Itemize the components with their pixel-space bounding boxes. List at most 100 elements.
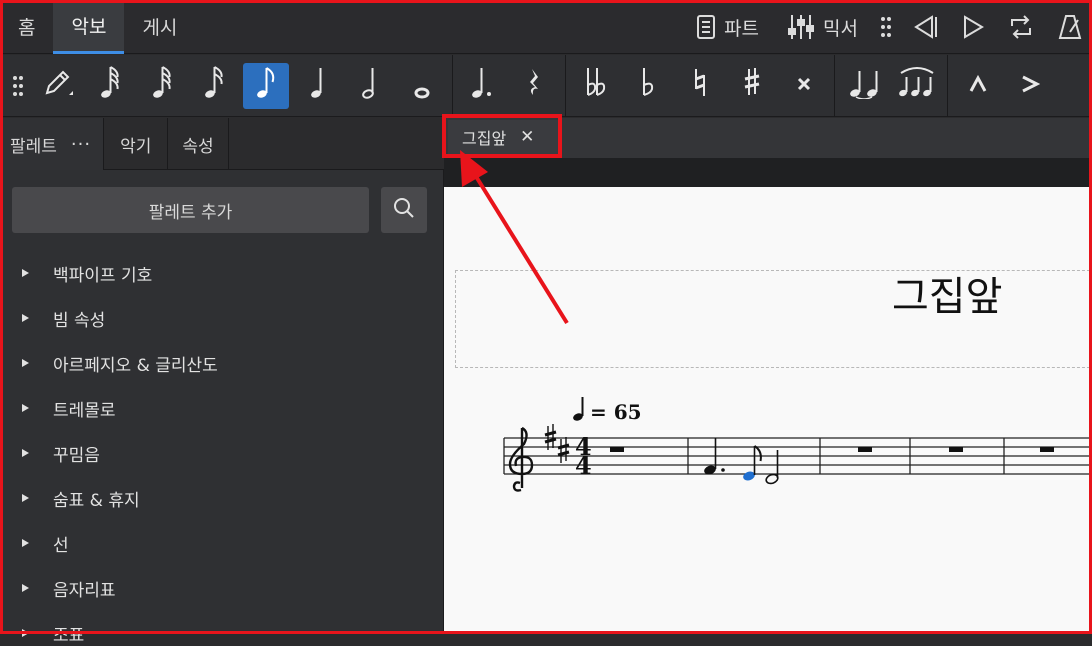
rewind-icon: [912, 15, 938, 39]
64th-note-button[interactable]: [87, 63, 133, 109]
augmentation-dot-button[interactable]: [460, 63, 506, 109]
natural-icon: [692, 65, 708, 106]
double-flat-button[interactable]: [573, 63, 619, 109]
toolbar-drag-handle[interactable]: [6, 63, 30, 109]
mixer-label: 믹서: [823, 17, 858, 40]
expand-arrow-icon: [22, 359, 29, 367]
search-palettes-button[interactable]: [381, 187, 427, 233]
expand-arrow-icon: [22, 494, 29, 502]
palette-item-arpeggio-glissando[interactable]: 아르페지오 & 글리산도: [22, 351, 218, 376]
play-button[interactable]: [950, 0, 996, 54]
time-signature[interactable]: 4 4: [575, 432, 592, 480]
marcato-icon: [968, 71, 988, 101]
measure-rests[interactable]: [610, 447, 1054, 452]
palettes-tab-label: 팔레트: [10, 136, 57, 157]
whole-note-button[interactable]: [399, 63, 445, 109]
mixer-icon: [787, 14, 815, 40]
half-note-icon: [361, 65, 379, 106]
note-input-pencil-button[interactable]: [35, 63, 81, 109]
accent-button[interactable]: [1007, 63, 1053, 109]
accent-icon: [1020, 71, 1041, 101]
score-top-strip: [444, 158, 1092, 187]
expand-arrow-icon: [22, 404, 29, 412]
double-flat-icon: [584, 65, 608, 106]
parts-icon: [696, 15, 716, 39]
quarter-note-button[interactable]: [295, 63, 341, 109]
palette-item-tremolo[interactable]: 트레몰로: [22, 396, 116, 421]
palette-item-label: 꾸밈음: [53, 445, 100, 466]
metronome-button[interactable]: [1046, 0, 1092, 54]
palette-item-label: 음자리표: [53, 580, 116, 601]
tab-instruments[interactable]: 악기: [104, 118, 169, 170]
palette-item-lines[interactable]: 선: [22, 531, 69, 556]
drag-handle-icon: [880, 16, 892, 38]
loop-icon: [1008, 14, 1034, 40]
mixer-button[interactable]: 믹서: [773, 0, 872, 54]
expand-arrow-icon: [22, 584, 29, 592]
palette-item-label: 선: [53, 535, 69, 556]
note-eighth-selected[interactable]: [742, 445, 762, 482]
tab-score[interactable]: 악보: [53, 0, 125, 54]
pencil-icon: [43, 67, 73, 104]
marcato-button[interactable]: [955, 63, 1001, 109]
tab-properties[interactable]: 속성: [168, 118, 229, 170]
palette-item-clefs[interactable]: 음자리표: [22, 576, 116, 601]
quarter-note-icon: [309, 65, 327, 106]
double-sharp-button[interactable]: [781, 63, 827, 109]
palette-item-label: 아르페지오 & 글리산도: [53, 355, 218, 376]
tab-home[interactable]: 홈: [0, 0, 53, 54]
palette-item-label: 조표: [53, 625, 85, 646]
slur-icon: [897, 65, 937, 106]
note-half[interactable]: [765, 450, 779, 485]
palette-item-breaths-pauses[interactable]: 숨표 & 휴지: [22, 486, 140, 511]
expand-arrow-icon: [22, 269, 29, 277]
score-title[interactable]: 그집앞: [892, 264, 1002, 322]
time-signature-denominator: 4: [575, 451, 592, 480]
expand-arrow-icon: [22, 629, 29, 637]
rest-button[interactable]: [512, 63, 558, 109]
16th-note-icon: [203, 65, 225, 106]
rewind-button[interactable]: [900, 0, 950, 54]
slur-button[interactable]: [894, 63, 940, 109]
play-icon: [962, 15, 984, 39]
16th-note-button[interactable]: [191, 63, 237, 109]
palette-item-label: 숨표 & 휴지: [53, 490, 140, 511]
palette-item-grace-notes[interactable]: 꾸밈음: [22, 441, 100, 466]
palette-item-key-signatures[interactable]: 조표: [22, 621, 85, 646]
parts-button[interactable]: 파트: [682, 0, 773, 54]
drag-handle[interactable]: [872, 0, 900, 54]
32nd-note-icon: [151, 65, 173, 106]
palette-item-beam-properties[interactable]: 빔 속성: [22, 306, 106, 331]
32nd-note-button[interactable]: [139, 63, 185, 109]
eighth-note-button[interactable]: [243, 62, 289, 109]
expand-arrow-icon: [22, 539, 29, 547]
metronome-icon: [1058, 14, 1082, 40]
palette-item-label: 빔 속성: [53, 310, 106, 331]
tab-palettes[interactable]: 팔레트 ···: [0, 118, 105, 170]
note-input-toolbar: [0, 54, 1092, 117]
whole-note-icon: [412, 65, 432, 106]
sharp-icon: [743, 65, 761, 106]
add-palette-button[interactable]: 팔레트 추가: [12, 187, 369, 233]
flat-button[interactable]: [625, 63, 671, 109]
tab-publish[interactable]: 게시: [124, 0, 195, 54]
palette-item-label: 백파이프 기호: [53, 265, 153, 286]
tie-button[interactable]: [842, 63, 888, 109]
search-icon: [393, 197, 415, 223]
palette-panel: 팔레트 추가 백파이프 기호 빔 속성 아르페지오 & 글리산도 트레몰로 꾸밈…: [0, 170, 444, 646]
palette-item-bagpipe[interactable]: 백파이프 기호: [22, 261, 153, 286]
half-note-button[interactable]: [347, 63, 393, 109]
expand-arrow-icon: [22, 449, 29, 457]
toolbar-separator: [565, 54, 566, 117]
parts-label: 파트: [724, 17, 760, 40]
more-options-icon[interactable]: ···: [71, 134, 91, 155]
64th-note-icon: [99, 65, 121, 106]
double-sharp-icon: [795, 65, 813, 106]
natural-button[interactable]: [677, 63, 723, 109]
loop-button[interactable]: [996, 0, 1046, 54]
key-signature-sharps[interactable]: [544, 424, 570, 463]
note-dotted-quarter[interactable]: [703, 438, 725, 476]
sharp-button[interactable]: [729, 63, 775, 109]
score-page: [444, 187, 1092, 634]
toolbar-separator: [947, 54, 948, 117]
